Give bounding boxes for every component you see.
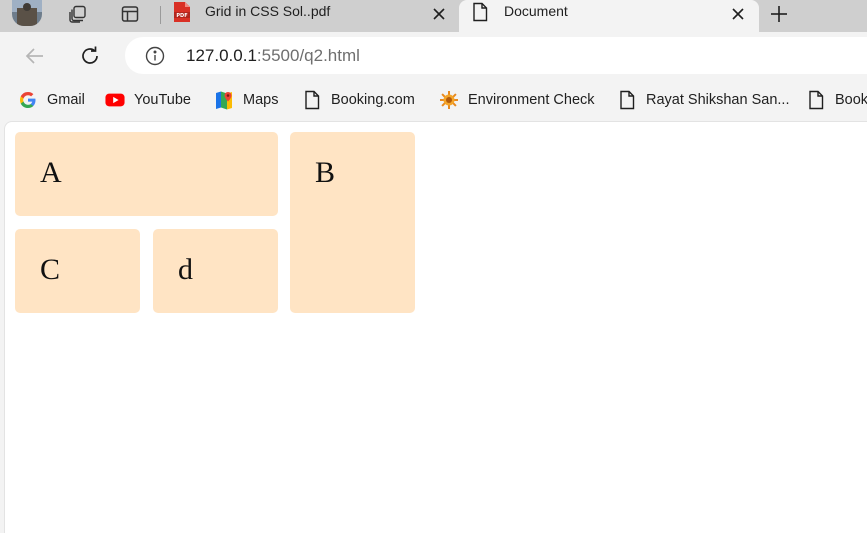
arrow-left-icon xyxy=(25,48,43,64)
close-icon[interactable] xyxy=(430,5,448,23)
page-icon xyxy=(806,90,826,110)
grid-item-label: A xyxy=(40,156,62,189)
bookmark-book[interactable]: Book xyxy=(806,88,867,112)
svg-text:PDF: PDF xyxy=(176,13,187,19)
bookmark-environment-check[interactable]: Environment Check xyxy=(439,88,595,112)
bookmark-label: Booking.com xyxy=(331,92,415,108)
grid-item-d: d xyxy=(153,229,278,313)
bookmark-label: Gmail xyxy=(47,92,85,108)
pdf-icon: PDF xyxy=(172,1,192,23)
bookmark-label: Maps xyxy=(243,92,279,108)
url-path: :5500/q2.html xyxy=(256,46,360,65)
grid-item-b: B xyxy=(290,132,415,313)
refresh-icon xyxy=(82,46,98,64)
address-bar[interactable]: 127.0.0.1:5500/q2.html xyxy=(125,37,867,74)
environment-check-icon xyxy=(439,90,459,110)
bookmarks-bar: Gmail YouTube Maps Booking.com Environme… xyxy=(0,80,867,120)
tab-title: Grid in CSS Sol..pdf xyxy=(205,3,331,19)
bookmark-label: Environment Check xyxy=(468,92,595,108)
tab-separator xyxy=(160,6,161,24)
grid-item-c: C xyxy=(15,229,140,313)
bookmark-gmail[interactable]: Gmail xyxy=(18,88,85,112)
workspaces-icon[interactable] xyxy=(66,3,90,25)
close-icon[interactable] xyxy=(729,5,747,23)
tab-strip: PDF Grid in CSS Sol..pdf Document xyxy=(0,0,867,32)
bookmark-youtube[interactable]: YouTube xyxy=(105,88,191,112)
bookmark-label: Rayat Shikshan San... xyxy=(646,92,790,108)
google-icon xyxy=(18,90,38,110)
bookmark-rayat-shikshan[interactable]: Rayat Shikshan San... xyxy=(617,88,789,112)
page-viewport: A B C d xyxy=(4,121,867,533)
maps-icon xyxy=(214,90,234,110)
toolbar: 127.0.0.1:5500/q2.html xyxy=(0,32,867,80)
grid-item-label: B xyxy=(315,156,336,189)
page-icon xyxy=(302,90,322,110)
grid-item-label: C xyxy=(40,253,61,286)
url-host: 127.0.0.1 xyxy=(186,46,257,65)
tab-title: Document xyxy=(504,3,568,19)
bookmark-booking[interactable]: Booking.com xyxy=(302,88,415,112)
grid-item-a: A xyxy=(15,132,278,216)
bookmark-label: Book xyxy=(835,92,867,108)
youtube-icon xyxy=(105,90,125,110)
document-icon xyxy=(472,2,488,22)
refresh-button[interactable] xyxy=(77,43,103,69)
back-button[interactable] xyxy=(22,43,48,69)
tab-pdf[interactable]: PDF Grid in CSS Sol..pdf xyxy=(162,0,456,32)
tab-document[interactable]: Document xyxy=(459,0,759,32)
new-tab-button[interactable] xyxy=(767,2,791,26)
url-text: 127.0.0.1:5500/q2.html xyxy=(186,46,360,66)
bookmark-maps[interactable]: Maps xyxy=(214,88,278,112)
grid-item-label: d xyxy=(178,253,193,286)
profile-avatar[interactable] xyxy=(12,0,42,26)
page-icon xyxy=(617,90,637,110)
vertical-tabs-icon[interactable] xyxy=(118,3,142,25)
plus-icon xyxy=(771,6,787,22)
bookmark-label: YouTube xyxy=(134,92,191,108)
info-icon[interactable] xyxy=(145,46,165,66)
